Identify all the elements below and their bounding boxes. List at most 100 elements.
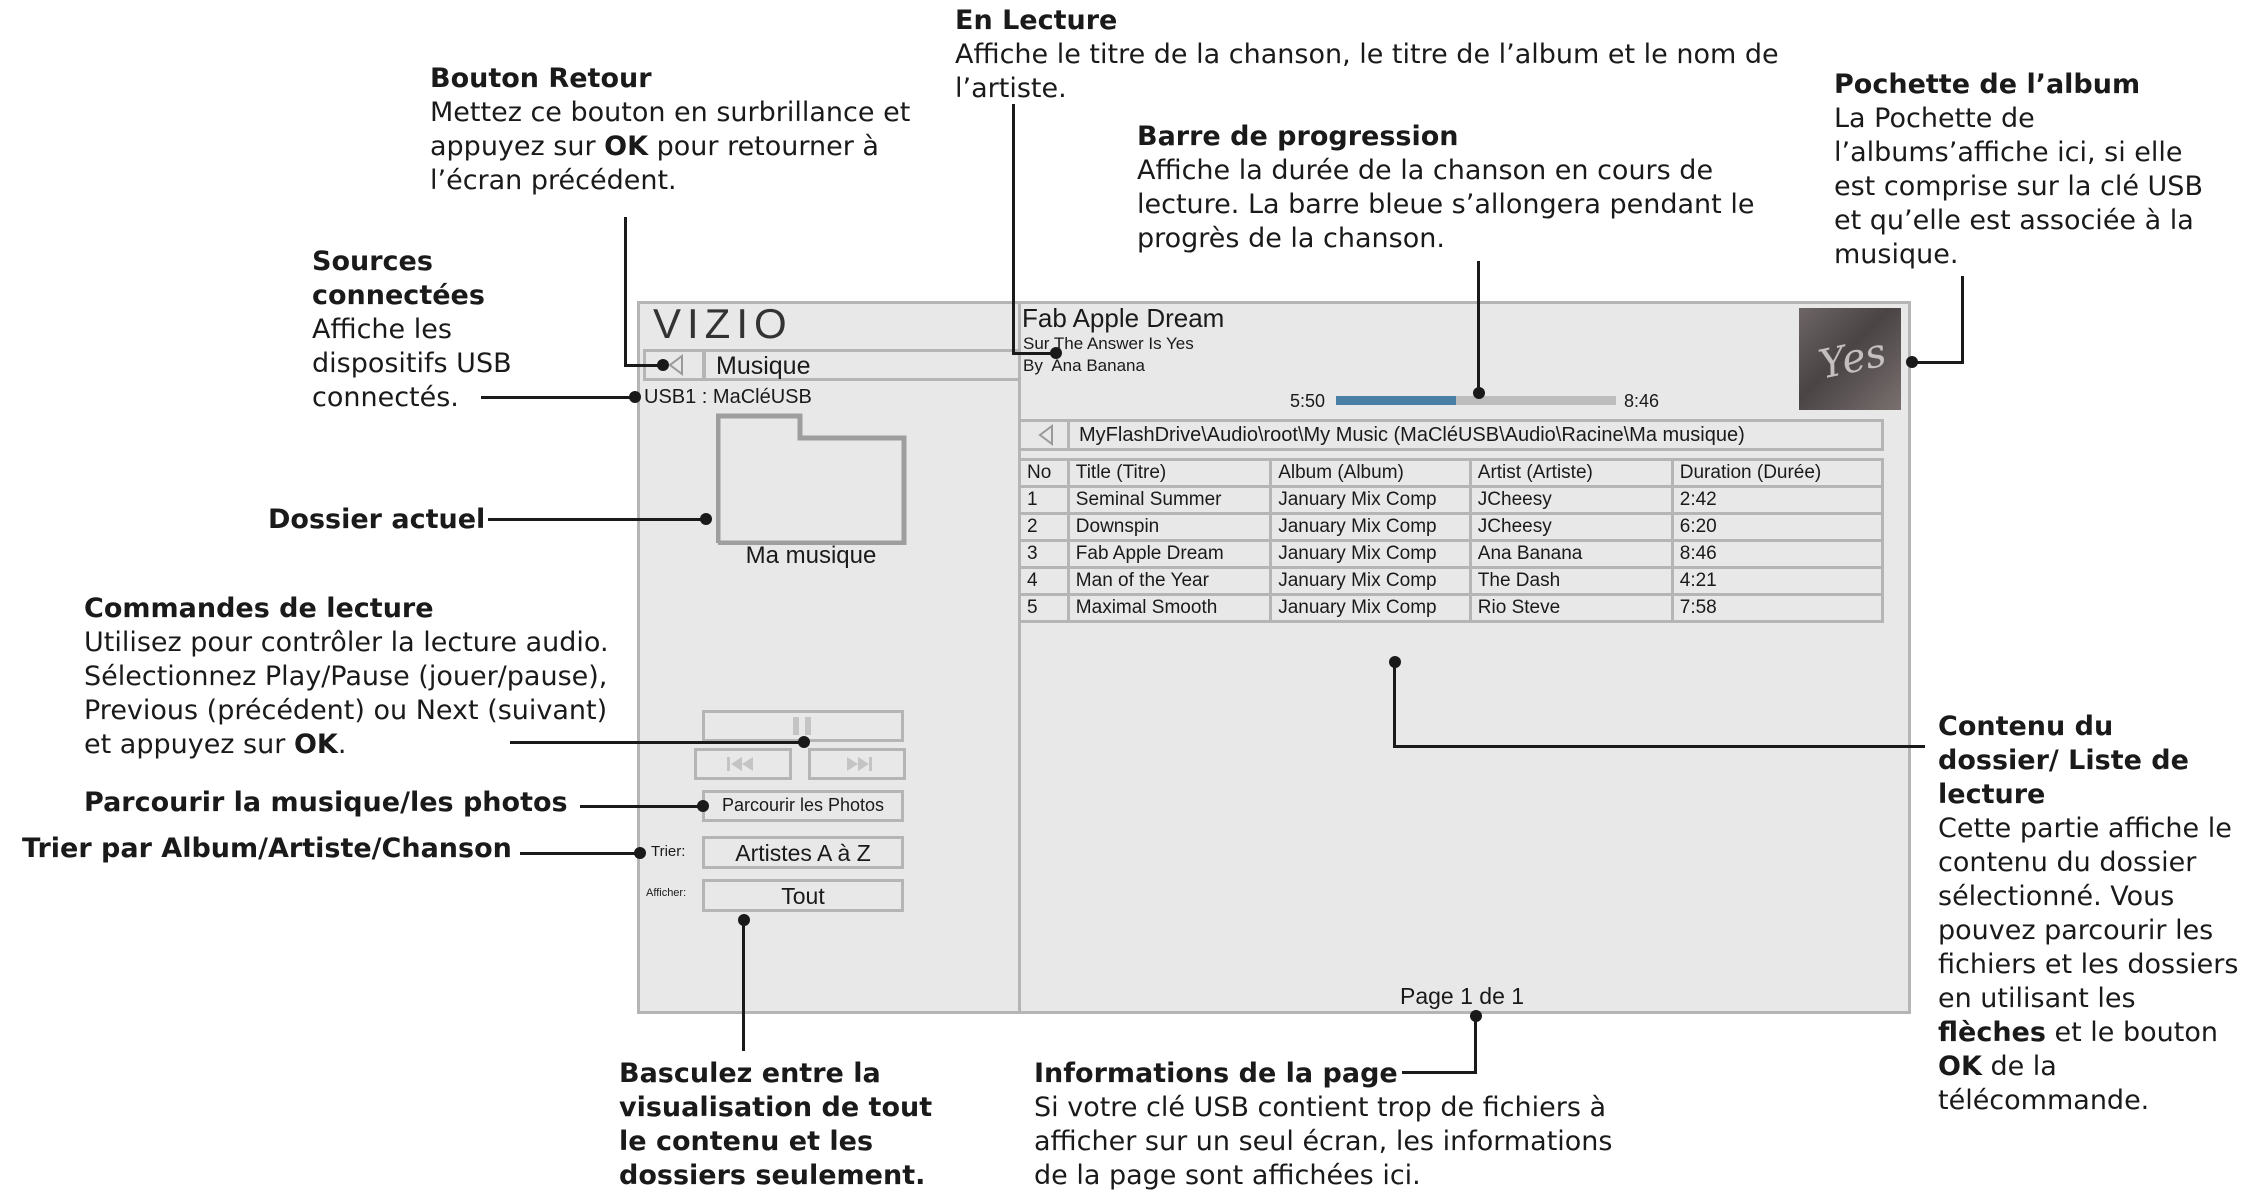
callout-body: et le bouton — [2045, 1017, 2218, 1048]
col-header-title[interactable]: Title (Titre) — [1066, 458, 1273, 488]
browse-photos-button[interactable]: Parcourir les Photos — [702, 790, 904, 822]
leader-dot — [697, 800, 709, 812]
leader-line — [1393, 745, 1925, 748]
back-label-box[interactable]: Musique — [703, 349, 1021, 381]
current-folder-label: Ma musique — [745, 542, 877, 569]
callout-title: Contenu du dossier/ Liste de lecture — [1938, 711, 2189, 810]
callout-title: Parcourir la musique/les photos — [84, 787, 568, 818]
table-row[interactable]: 5 Maximal Smooth January Mix Comp Rio St… — [1018, 593, 1885, 623]
callout-body-bold: OK — [1938, 1051, 1982, 1082]
artist-line: By Ana Banana — [1023, 356, 1145, 375]
leader-line — [1477, 261, 1480, 388]
leader-line — [1393, 662, 1396, 748]
cell-album: January Mix Comp — [1269, 512, 1472, 542]
callout-en-lecture: En Lecture Affiche le titre de la chanso… — [955, 4, 1785, 106]
leader-dot — [700, 513, 712, 525]
cell-duration: 7:58 — [1670, 593, 1885, 623]
callout-title: Trier par Album/Artiste/Chanson — [22, 833, 512, 864]
page-info: Page 1 de 1 — [1400, 983, 1525, 1009]
callout-body: . — [337, 729, 347, 760]
col-header-no[interactable]: No — [1018, 458, 1070, 488]
leader-line — [488, 518, 703, 521]
cell-title: Maximal Smooth — [1066, 593, 1273, 623]
callout-body-bold: flèches — [1938, 1017, 2046, 1048]
cell-duration: 4:21 — [1670, 566, 1885, 596]
view-value: Tout — [781, 883, 825, 909]
callout-title: Sources connectées — [312, 246, 485, 311]
callout-title: Bouton Retour — [430, 63, 652, 94]
callout-body: Affiche la durée de la chanson en cours … — [1137, 155, 1755, 254]
cell-artist: The Dash — [1468, 566, 1674, 596]
col-header-album[interactable]: Album (Album) — [1269, 458, 1472, 488]
leader-dot — [1473, 387, 1485, 399]
cell-artist: Ana Banana — [1468, 539, 1674, 569]
cell-album: January Mix Comp — [1269, 485, 1472, 515]
leader-dot — [1050, 347, 1062, 359]
progress-fill — [1336, 396, 1457, 405]
album-art-text: Yes — [1814, 329, 1891, 389]
callout-pochette: Pochette de l’album La Pochette de l’alb… — [1834, 68, 2224, 272]
next-track-icon — [847, 757, 872, 771]
leader-line — [1402, 1071, 1477, 1074]
leader-dot — [798, 736, 810, 748]
table-row[interactable]: 4 Man of the Year January Mix Comp The D… — [1018, 566, 1885, 596]
callout-bouton-retour: Bouton Retour Mettez ce bouton en surbri… — [430, 62, 950, 198]
folder-icon[interactable] — [716, 413, 908, 545]
total-time: 8:46 — [1624, 391, 1660, 411]
cell-artist: JCheesy — [1468, 512, 1674, 542]
table-row[interactable]: 2 Downspin January Mix Comp JCheesy 6:20 — [1018, 512, 1885, 542]
callout-title: Barre de progression — [1137, 121, 1459, 152]
cell-title: Seminal Summer — [1066, 485, 1273, 515]
table-header-row: No Title (Titre) Album (Album) Artist (A… — [1018, 458, 1885, 488]
leader-line — [1012, 352, 1054, 355]
leader-dot — [738, 914, 750, 926]
callout-barre-progression: Barre de progression Affiche la durée de… — [1137, 120, 1797, 256]
cell-no: 4 — [1018, 566, 1070, 596]
leader-dot — [629, 391, 641, 403]
leader-line — [1012, 104, 1015, 354]
browse-photos-label: Parcourir les Photos — [721, 795, 885, 815]
previous-track-icon — [727, 757, 753, 771]
cell-album: January Mix Comp — [1269, 566, 1472, 596]
usb-source-label[interactable]: USB1 : MaCléUSB — [644, 386, 812, 409]
table-row[interactable]: 1 Seminal Summer January Mix Comp JChees… — [1018, 485, 1885, 515]
table-row[interactable]: 3 Fab Apple Dream January Mix Comp Ana B… — [1018, 539, 1885, 569]
callout-commandes: Commandes de lecture Utilisez pour contr… — [84, 592, 629, 762]
view-select[interactable]: Tout — [702, 879, 904, 912]
callout-title: Dossier actuel — [268, 504, 486, 535]
leader-line — [1474, 1016, 1477, 1074]
cell-title: Downspin — [1066, 512, 1273, 542]
previous-button[interactable] — [694, 748, 792, 780]
path-text: MyFlashDrive\Audio\root\My Music (MaCléU… — [1079, 424, 1745, 446]
callout-body: Affiche les dispositifs USB connectés. — [312, 314, 512, 413]
callout-contenu: Contenu du dossier/ Liste de lecture Cet… — [1938, 710, 2243, 1118]
song-title: Fab Apple Dream — [1022, 303, 1225, 333]
leader-dot — [1906, 356, 1918, 368]
leader-dot — [1389, 656, 1401, 668]
sort-label: Trier: — [651, 843, 686, 860]
leader-dot — [657, 359, 669, 371]
callout-title: Basculez entre la visualisation de tout … — [619, 1058, 933, 1191]
cell-artist: JCheesy — [1468, 485, 1674, 515]
cell-duration: 6:20 — [1670, 512, 1885, 542]
callout-body-bold: OK — [293, 729, 338, 760]
triangle-left-icon — [1038, 424, 1053, 446]
leader-line — [624, 364, 660, 367]
back-label: Musique — [716, 352, 811, 380]
cell-artist: Rio Steve — [1468, 593, 1674, 623]
sort-value: Artistes A à Z — [735, 840, 871, 866]
callout-body: Affiche le titre de la chanson, le titre… — [955, 39, 1779, 104]
col-header-duration[interactable]: Duration (Durée) — [1670, 458, 1885, 488]
sort-select[interactable]: Artistes A à Z — [702, 836, 904, 869]
col-header-artist[interactable]: Artist (Artiste) — [1468, 458, 1674, 488]
album-line: Sur The Answer Is Yes — [1023, 334, 1194, 353]
callout-dossier-actuel: Dossier actuel — [268, 503, 488, 537]
playlist-table: No Title (Titre) Album (Album) Artist (A… — [1018, 458, 1885, 623]
path-bar[interactable]: MyFlashDrive\Audio\root\My Music (MaCléU… — [1067, 419, 1884, 451]
leader-line — [1914, 361, 1964, 364]
callout-parcourir: Parcourir la musique/les photos — [84, 786, 604, 820]
path-back-button[interactable] — [1018, 419, 1070, 451]
cell-title: Fab Apple Dream — [1066, 539, 1273, 569]
next-button[interactable] — [808, 748, 906, 780]
leader-line — [510, 741, 802, 744]
